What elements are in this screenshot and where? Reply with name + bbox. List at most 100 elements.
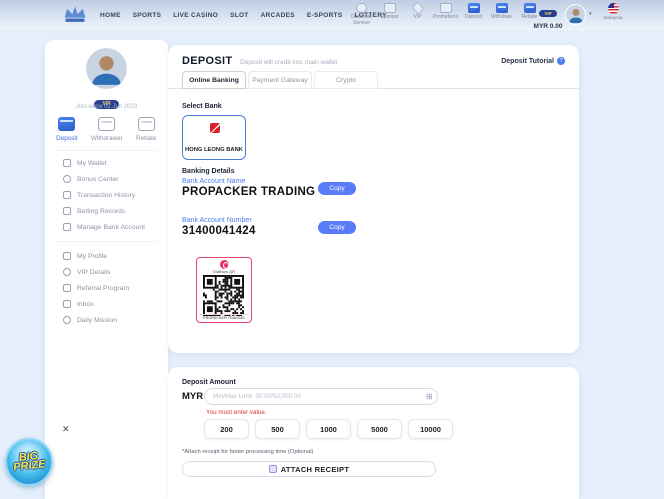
topbar-vip[interactable]: VIP [406,3,429,26]
sidebar-item-daily-mission[interactable]: Daily Mission [63,312,129,328]
amount-error-message: You must enter value. [206,409,267,416]
crown-logo-icon[interactable] [62,3,88,27]
nav-slot[interactable]: SLOT [230,12,249,19]
divider [55,241,158,242]
tab-crypto[interactable]: Crypto [314,71,378,89]
language-label: Malaysia [600,16,626,21]
records-icon [63,207,71,215]
preset-5000-button[interactable]: 5000 [357,419,402,439]
sidebar-item-referral-program[interactable]: Referral Program [63,280,129,296]
util-label: Customer Service [350,15,373,26]
nav-live-casino[interactable]: LIVE CASINO [173,12,218,19]
nav-home[interactable]: HOME [100,12,121,19]
main-nav: HOME SPORTS LIVE CASINO SLOT ARCADES E-S… [100,0,387,30]
account-number-label: Bank Account Number [182,217,252,224]
duitnow-logo-icon [220,260,229,269]
sidebar-item-transaction-history[interactable]: Transaction History [63,187,145,203]
sidebar-item-bonus-center[interactable]: Bonus Center [63,171,145,187]
customer-service-icon [356,3,367,13]
deposit-amount-card: Deposit Amount MYR ⊞ You must enter valu… [168,367,579,499]
rebate-icon [138,117,155,131]
topbar-avatar[interactable] [565,4,586,25]
sidebar-item-inbox[interactable]: Inbox [63,296,129,312]
page-subtitle: Deposit will credit into main wallet [240,59,337,66]
menu-label: VIP Details [77,269,111,276]
withdraw-icon [496,3,508,13]
currency-label: MYR [182,391,203,402]
account-name-value: PROPACKER TRADING [182,186,315,198]
sidebar-item-my-profile[interactable]: My Profile [63,248,129,264]
quick-deposit[interactable]: Deposit [47,117,87,142]
topbar-withdraw[interactable]: Withdraw [490,3,513,26]
divider [55,150,158,151]
quick-actions: Deposit Withdrawal Rebate [47,117,166,142]
sponsor-icon [384,3,396,13]
mission-icon [63,316,71,324]
duitnow-qr-block: DuitNow QR PROPACKER TRADING [196,257,252,323]
preset-500-button[interactable]: 500 [255,419,300,439]
menu-label: Referral Program [77,285,129,292]
balance-amount: MYR 0.00 [531,23,565,30]
quick-rebate[interactable]: Rebate [126,117,166,142]
sidebar-item-manage-bank-account[interactable]: Manage Bank Account [63,219,145,235]
nav-esports[interactable]: E-SPORTS [307,12,343,19]
preset-200-button[interactable]: 200 [204,419,249,439]
nav-sports[interactable]: SPORTS [133,12,162,19]
profile-avatar[interactable] [86,48,127,89]
sidebar-item-my-wallet[interactable]: My Wallet [63,155,145,171]
qr-code [203,275,244,316]
avatar-image [86,48,127,89]
receipt-note: *Attach receipt for faster processing ti… [182,449,313,455]
page-title: DEPOSIT [182,55,232,67]
inbox-icon [63,300,71,308]
copy-account-name-button[interactable]: Copy [318,182,356,195]
amount-input[interactable] [204,388,438,405]
menu-label: Betting Records [77,208,125,215]
sidebar-item-betting-records[interactable]: Betting Records [63,203,145,219]
quick-label: Rebate [136,135,156,142]
account-name-label: Bank Account Name [182,178,245,185]
sidebar: VIP Join since 02 Jun 2023 Deposit Withd… [45,40,168,499]
avatar-caret-icon[interactable]: ▾ [589,11,592,17]
quick-withdrawal[interactable]: Withdrawal [87,117,127,142]
tab-payment-gateway[interactable]: Payment Gateway [248,71,312,89]
util-label: Deposit [465,15,482,21]
topbar-sponsor[interactable]: Sponsor [378,3,401,26]
copy-account-number-button[interactable]: Copy [318,221,356,234]
wallet-balance[interactable]: VIP MYR 0.00 [531,2,565,30]
tutorial-label: Deposit Tutorial [501,58,554,65]
keypad-icon[interactable]: ⊞ [426,392,433,401]
wallet-icon [63,159,71,167]
bank-name: HONG LEONG BANK [183,147,245,153]
menu-label: My Profile [77,253,107,260]
withdrawal-icon [98,117,115,131]
util-label: VIP [413,15,421,21]
join-date: Join since 02 Jun 2023 [45,104,168,110]
qr-caption: PROPACKER TRADING [199,314,249,320]
preset-1000-button[interactable]: 1000 [306,419,351,439]
topbar-customer-service[interactable]: Customer Service [350,3,373,26]
topbar-promotions[interactable]: Promotions [434,3,457,26]
deposit-icon [468,3,480,13]
preset-10000-button[interactable]: 10000 [408,419,453,439]
balance-vip-badge: VIP [539,10,556,17]
image-icon [269,465,277,473]
util-label: Promotions [433,15,458,21]
language-selector[interactable]: Malaysia [600,3,626,21]
tab-online-banking[interactable]: Online Banking [182,71,246,89]
bank-card-icon [63,223,71,231]
nav-arcades[interactable]: ARCADES [261,12,295,19]
close-icon[interactable]: ✕ [62,424,70,435]
attach-receipt-button[interactable]: ATTACH RECEIPT [182,461,436,477]
sidebar-item-vip-details[interactable]: VIP Details [63,264,129,280]
profile-icon [63,252,71,260]
deposit-icon [58,117,75,131]
menu-label: Inbox [77,301,94,308]
top-bar: HOME SPORTS LIVE CASINO SLOT ARCADES E-S… [0,0,664,30]
account-number-value: 31400041424 [182,225,256,237]
util-label: Sponsor [380,15,399,21]
bank-option-hong-leong[interactable]: HONG LEONG BANK [182,115,246,160]
deposit-tutorial-link[interactable]: Deposit Tutorial ? [501,57,565,65]
topbar-deposit[interactable]: Deposit [462,3,485,26]
duitnow-brand: DuitNow QR [197,269,251,274]
